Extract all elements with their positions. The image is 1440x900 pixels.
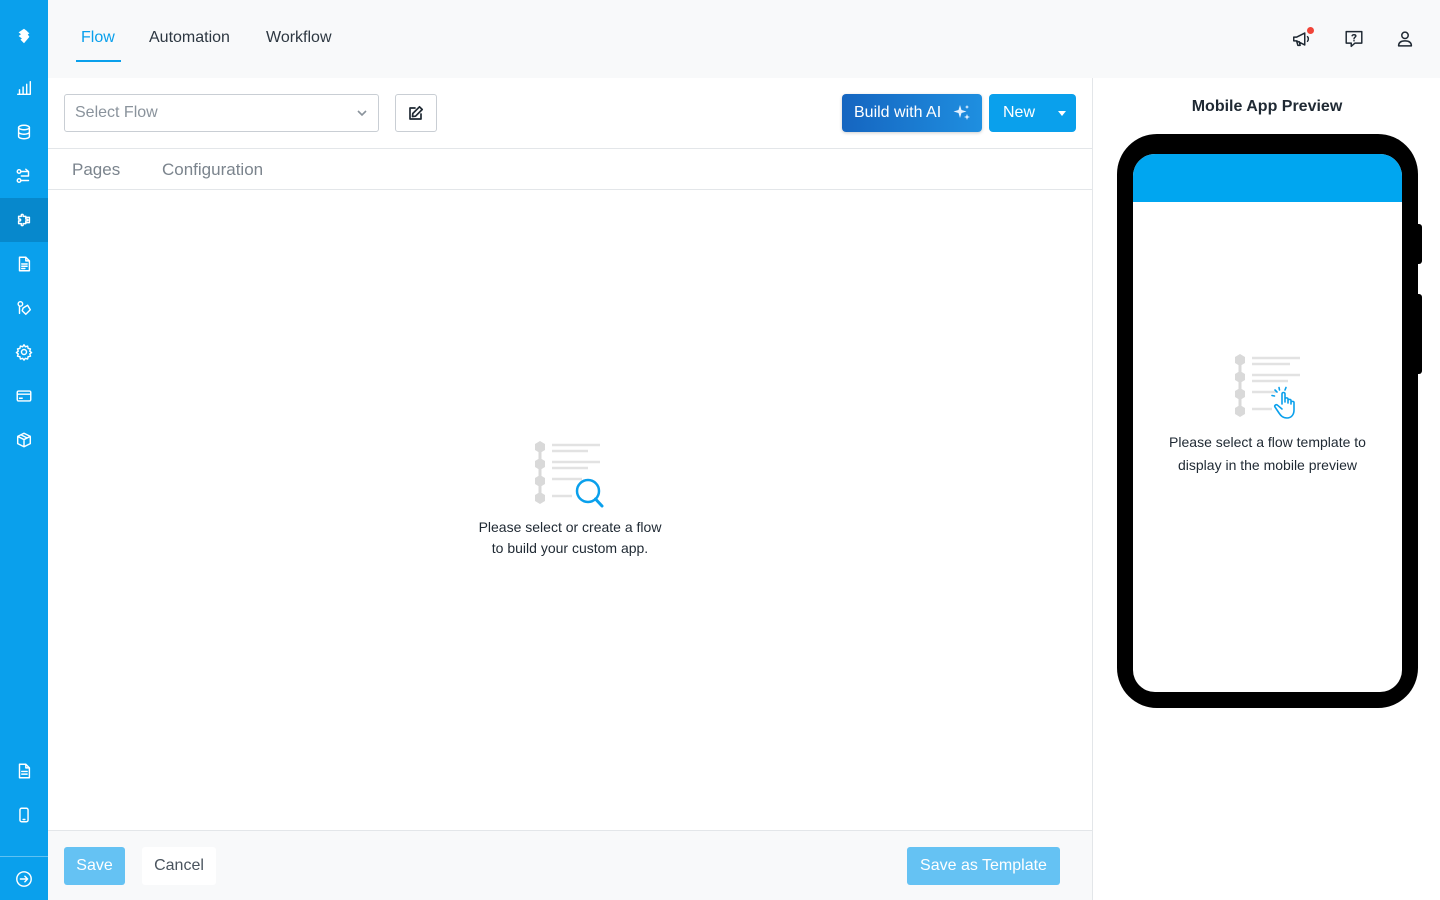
logo-icon[interactable] <box>0 14 48 58</box>
puzzle-icon[interactable] <box>0 198 48 242</box>
chevron-down-icon <box>357 110 367 117</box>
preview-title: Mobile App Preview <box>1191 98 1343 115</box>
subtab-configuration[interactable]: Configuration <box>162 160 263 180</box>
gear-icon[interactable] <box>0 330 48 374</box>
editor-footer: Save Cancel Save as Template <box>48 830 1092 900</box>
empty-state-line1: Please select or create a flow <box>478 519 662 535</box>
save-button[interactable]: Save <box>64 847 125 885</box>
phone-side-button-top <box>1417 224 1422 264</box>
sidebar <box>0 0 48 900</box>
file-text-icon[interactable] <box>0 749 48 793</box>
notification-dot <box>1307 27 1314 34</box>
megaphone-icon[interactable] <box>1290 27 1314 51</box>
flow-icon[interactable] <box>0 154 48 198</box>
phone-frame: Please select a flow template to display… <box>1117 134 1422 708</box>
select-flow-dropdown[interactable]: Select Flow <box>64 94 379 132</box>
user-icon[interactable] <box>1393 27 1417 51</box>
top-bar: Flow Automation Workflow <box>48 0 1440 78</box>
phone-app-header <box>1133 154 1402 202</box>
empty-state-line2: to build your custom app. <box>491 540 649 556</box>
preview-text-line1: Please select a flow template to <box>1169 434 1366 450</box>
mobile-icon[interactable] <box>0 793 48 837</box>
new-button-label: New <box>1003 104 1036 121</box>
toolbar-divider <box>48 148 1092 149</box>
build-with-ai-label: Build with AI <box>854 104 942 121</box>
flow-editor-panel: Select Flow Build with AI New Pages Conf… <box>48 78 1092 900</box>
cancel-button[interactable]: Cancel <box>142 847 216 885</box>
pricetag-icon[interactable] <box>0 286 48 330</box>
empty-state: Please select or create a flow to build … <box>48 438 1092 559</box>
new-dropdown-toggle[interactable] <box>1047 94 1076 132</box>
credit-card-icon[interactable] <box>0 374 48 418</box>
tab-flow[interactable]: Flow <box>81 29 115 47</box>
preview-empty-state: Please select a flow template to display… <box>1133 352 1402 477</box>
edit-flow-button[interactable] <box>395 94 437 132</box>
document-icon[interactable] <box>0 242 48 286</box>
tab-workflow[interactable]: Workflow <box>266 29 332 47</box>
edit-icon <box>409 105 424 120</box>
preview-text-line2: display in the mobile preview <box>1178 457 1357 473</box>
help-chat-icon[interactable] <box>1342 27 1366 51</box>
flow-tap-illustration-icon <box>1234 354 1300 419</box>
flow-search-illustration-icon <box>535 441 604 508</box>
phone-side-button-bottom <box>1417 294 1422 374</box>
caret-down-icon <box>1057 110 1066 116</box>
save-as-template-button[interactable]: Save as Template <box>907 847 1060 885</box>
phone-screen: Please select a flow template to display… <box>1133 154 1402 692</box>
new-button[interactable]: New <box>989 94 1076 132</box>
subtab-divider <box>48 189 1092 190</box>
tab-automation[interactable]: Automation <box>149 29 230 47</box>
arrow-right-circle-icon[interactable] <box>0 857 48 900</box>
database-icon[interactable] <box>0 110 48 154</box>
subtab-pages[interactable]: Pages <box>72 160 120 180</box>
active-tab-indicator <box>76 60 121 62</box>
chart-icon[interactable] <box>0 66 48 110</box>
sparkle-icon <box>953 105 970 120</box>
build-with-ai-button[interactable]: Build with AI <box>842 94 982 132</box>
select-flow-placeholder: Select Flow <box>75 104 158 121</box>
mobile-preview-panel: Mobile App Preview Please select a flow … <box>1092 78 1440 900</box>
box-icon[interactable] <box>0 418 48 462</box>
